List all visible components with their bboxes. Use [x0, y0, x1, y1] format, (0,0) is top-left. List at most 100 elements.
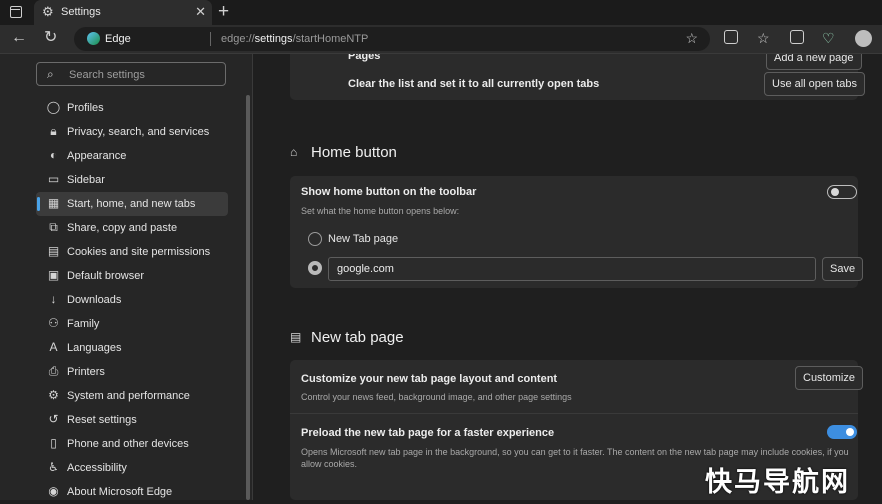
customize-button[interactable]: Customize: [795, 366, 863, 390]
sidebar-item-reset-settings[interactable]: ↺ Reset settings: [36, 408, 228, 432]
sidebar-item-label: Languages: [67, 342, 122, 354]
sidebar-item-label: Family: [67, 318, 100, 330]
sidebar-item-label: Printers: [67, 366, 105, 378]
system-icon: ⚙: [48, 388, 59, 402]
home-button-title: Home button: [311, 144, 397, 161]
sidebar-item-label: About Microsoft Edge: [67, 486, 173, 498]
home-url-input[interactable]: [328, 257, 816, 281]
edge-icon: ◉: [48, 484, 59, 498]
sidebar-item-label: Appearance: [67, 150, 127, 162]
languages-icon: A: [49, 340, 58, 354]
sidebar-item-cookies-and-site-permissions[interactable]: ▤ Cookies and site permissions: [36, 240, 228, 264]
sidebar-item-label: Profiles: [67, 102, 104, 114]
start-home-icon: ▦: [47, 196, 60, 210]
sidebar-item-label: Share, copy and paste: [67, 222, 178, 234]
sidebar-item-label: Start, home, and new tabs: [67, 198, 196, 210]
sidebar-item-appearance[interactable]: ◐ Appearance: [36, 144, 228, 168]
sidebar-item-label: Cookies and site permissions: [67, 246, 211, 258]
address-separator: [210, 32, 211, 46]
sidebar-item-system-and-performance[interactable]: ⚙ System and performance: [36, 384, 228, 408]
appearance-icon: ◐: [49, 148, 58, 162]
sidebar-item-start-home-and-new-tabs[interactable]: ▦ Start, home, and new tabs: [36, 192, 228, 216]
share-icon: ⧉: [49, 220, 58, 234]
save-button[interactable]: Save: [822, 257, 864, 281]
back-icon[interactable]: ←: [11, 29, 27, 47]
phone-icon: ▯: [50, 436, 57, 450]
home-button-sub-label: Set what the home button opens below:: [301, 206, 460, 216]
new-tab-page-icon: ▤: [290, 330, 302, 344]
sidebar-item-about-microsoft-edge[interactable]: ◉ About Microsoft Edge: [36, 480, 228, 504]
home-button-card: Show home button on the toolbar Set what…: [290, 176, 864, 288]
edge-logo-icon: [87, 32, 100, 45]
sidebar-item-label: Sidebar: [67, 174, 105, 186]
reset-icon: ↺: [48, 412, 59, 426]
custom-url-radio[interactable]: [308, 261, 322, 275]
profile-icon: ◯: [46, 100, 61, 114]
settings-sidebar: ⌕ ◯ Profiles 🔒︎ Privacy, search, and servic…: [0, 54, 252, 500]
settings-content: Pages Add a new page Clear the list and …: [253, 54, 882, 500]
sidebar-item-label: Privacy, search, and services: [67, 126, 210, 138]
sidebar-item-accessibility[interactable]: ♿︎ Accessibility: [36, 456, 228, 480]
customize-sub-label: Control your news feed, background image…: [301, 392, 572, 402]
family-icon: ⚇: [48, 316, 59, 330]
sidebar-scrollbar[interactable]: [246, 95, 250, 500]
sidebar-item-share-copy-and-paste[interactable]: ⧉ Share, copy and paste: [36, 216, 228, 240]
lock-icon: 🔒︎: [50, 124, 57, 138]
cookies-icon: ▤: [47, 244, 60, 258]
refresh-icon[interactable]: ↻: [44, 29, 57, 47]
accessibility-icon: ♿︎: [48, 460, 59, 474]
sidebar-item-downloads[interactable]: ↓ Downloads: [36, 288, 228, 312]
sidebar-item-family[interactable]: ⚇ Family: [36, 312, 228, 336]
favorite-star-icon[interactable]: ☆: [685, 30, 698, 47]
pages-label: Pages: [348, 54, 381, 62]
favorites-icon[interactable]: ☆: [757, 29, 770, 47]
browser-essentials-icon[interactable]: ♡: [822, 29, 835, 47]
sidebar-item-phone-and-other-devices[interactable]: ▯ Phone and other devices: [36, 432, 228, 456]
printer-icon: ⎙: [48, 364, 59, 378]
sidebar-item-printers[interactable]: ⎙ Printers: [36, 360, 228, 384]
sidebar-item-label: Reset settings: [67, 414, 137, 426]
sidebar-item-privacy-search-and-services[interactable]: 🔒︎ Privacy, search, and services: [36, 120, 228, 144]
tab-strip: ⚙ Settings ✕ +: [0, 0, 882, 25]
watermark-text: 快马导航网: [705, 467, 850, 498]
default-browser-icon: ▣: [47, 268, 60, 282]
close-tab-icon[interactable]: ✕: [195, 4, 206, 20]
sidebar-item-label: Accessibility: [67, 462, 127, 474]
new-tab-button[interactable]: +: [218, 1, 229, 23]
address-bar[interactable]: Edge edge://settings/startHomeNTP ☆: [74, 27, 710, 51]
search-settings-box[interactable]: ⌕: [36, 62, 226, 86]
profile-avatar[interactable]: [855, 30, 872, 47]
clear-list-label: Clear the list and set it to all current…: [348, 78, 600, 90]
sidebar-item-default-browser[interactable]: ▣ Default browser: [36, 264, 228, 288]
download-icon: ↓: [50, 292, 57, 306]
url-text[interactable]: edge://settings/startHomeNTP: [221, 33, 368, 45]
sidebar-item-languages[interactable]: A Languages: [36, 336, 228, 360]
tab-title: Settings: [61, 6, 101, 18]
add-new-page-button[interactable]: Add a new page: [766, 54, 862, 70]
search-icon: ⌕: [47, 67, 54, 81]
sidebar-item-label: System and performance: [67, 390, 190, 402]
show-home-button-toggle[interactable]: [827, 185, 857, 199]
new-tab-page-option-label: New Tab page: [328, 233, 399, 245]
sidebar-item-profiles[interactable]: ◯ Profiles: [36, 96, 228, 120]
sidebar-item-sidebar[interactable]: ▭ Sidebar: [36, 168, 228, 192]
use-all-open-tabs-button[interactable]: Use all open tabs: [764, 72, 865, 96]
home-icon: ⌂: [290, 145, 298, 159]
new-tab-page-radio[interactable]: [308, 232, 322, 246]
preload-toggle[interactable]: [827, 425, 857, 439]
settings-nav: ◯ Profiles 🔒︎ Privacy, search, and services…: [36, 96, 228, 504]
tab-actions-icon[interactable]: [10, 6, 22, 18]
tab-settings[interactable]: ⚙ Settings ✕: [34, 0, 212, 25]
split-screen-icon[interactable]: [724, 30, 738, 44]
preload-label: Preload the new tab page for a faster ex…: [301, 427, 555, 439]
sidebar-icon: ▭: [47, 172, 60, 186]
startup-pages-card: Pages Add a new page Clear the list and …: [290, 54, 865, 100]
customize-label: Customize your new tab page layout and c…: [301, 373, 558, 385]
collections-icon[interactable]: [790, 30, 804, 44]
show-home-button-label: Show home button on the toolbar: [301, 186, 477, 198]
sidebar-item-label: Phone and other devices: [67, 438, 189, 450]
search-input[interactable]: [67, 66, 221, 84]
sidebar-item-label: Downloads: [67, 294, 122, 306]
card-divider: [290, 413, 858, 414]
gear-icon: ⚙: [42, 4, 54, 19]
